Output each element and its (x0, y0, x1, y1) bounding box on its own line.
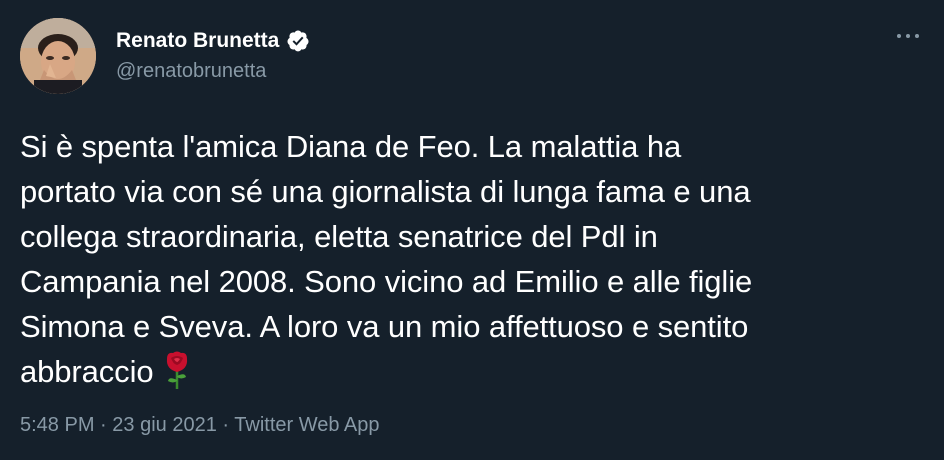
avatar[interactable] (20, 18, 96, 94)
tweet-source[interactable]: Twitter Web App (234, 414, 379, 436)
verified-badge-icon (287, 30, 309, 52)
tweet-line: abbraccio (20, 354, 154, 389)
meta-separator: · (222, 414, 230, 436)
avatar-photo (20, 18, 96, 94)
tweet-last-line: abbraccio (20, 349, 920, 394)
tweet-card: Renato Brunetta @renatobrunetta Si è spe… (0, 0, 944, 460)
author-names: Renato Brunetta @renatobrunetta (116, 28, 310, 84)
more-dot (915, 34, 919, 38)
more-dot (906, 34, 910, 38)
display-name-row: Renato Brunetta (116, 28, 310, 54)
meta-separator: · (100, 414, 107, 436)
tweet-date[interactable]: 23 giu 2021 (112, 414, 217, 436)
tweet-meta: 5:48 PM · 23 giu 2021 · Twitter Web App (20, 411, 380, 439)
rose-icon (166, 351, 187, 389)
display-name[interactable]: Renato Brunetta (116, 28, 279, 54)
author-handle[interactable]: @renatobrunetta (116, 58, 310, 84)
tweet-line: portato via con sé una giornalista di lu… (20, 174, 751, 209)
more-options-button[interactable] (894, 26, 922, 46)
tweet-header: Renato Brunetta @renatobrunetta (20, 18, 924, 94)
tweet-line: Campania nel 2008. Sono vicino ad Emilio… (20, 264, 753, 299)
tweet-line: collega straordinaria, eletta senatrice … (20, 219, 658, 254)
tweet-line: Simona e Sveva. A loro va un mio affettu… (20, 309, 749, 344)
more-options-icon (897, 34, 919, 38)
tweet-text: Si è spenta l'amica Diana de Feo. La mal… (20, 124, 920, 394)
more-dot (897, 34, 901, 38)
tweet-time[interactable]: 5:48 PM (20, 414, 94, 436)
tweet-line: Si è spenta l'amica Diana de Feo. La mal… (20, 129, 682, 164)
